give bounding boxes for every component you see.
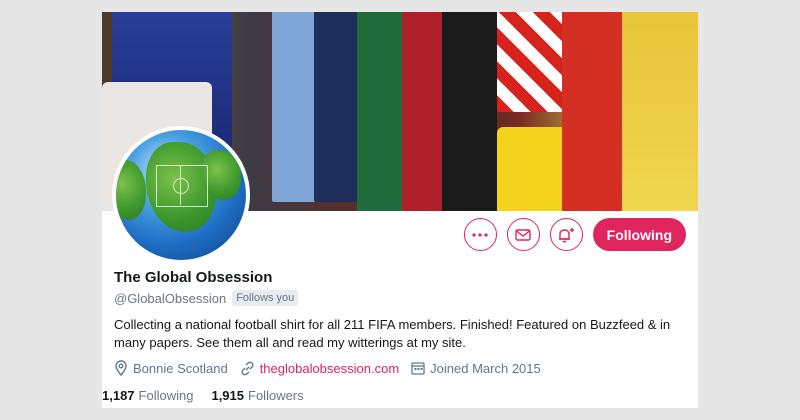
profile-bio: Collecting a national football shirt for… (114, 317, 671, 350)
follows-you-badge: Follows you (232, 290, 299, 306)
globe-icon (116, 130, 246, 260)
joined-text: Joined March 2015 (430, 360, 541, 376)
profile-avatar[interactable] (112, 126, 250, 264)
profile-handle: @GlobalObsession (114, 290, 227, 306)
bell-plus-icon (559, 227, 575, 242)
envelope-icon (515, 228, 531, 241)
profile-meta: Bonnie Scotland theglobalobsession.com J… (114, 360, 553, 376)
more-icon (472, 232, 488, 237)
followers-label: Followers (248, 388, 304, 403)
website-item: theglobalobsession.com (240, 361, 399, 376)
joined-item: Joined March 2015 (411, 361, 541, 376)
location-text: Bonnie Scotland (133, 360, 228, 376)
profile-actions: Following (454, 218, 686, 251)
link-icon (241, 361, 254, 375)
followers-stat[interactable]: 1,915 Followers (211, 388, 303, 403)
website-link[interactable]: theglobalobsession.com (260, 361, 399, 376)
following-label: Following (138, 388, 194, 403)
following-button[interactable]: Following (592, 218, 686, 251)
followers-count: 1,915 (211, 388, 245, 403)
profile-display-name: The Global Obsession (114, 269, 273, 286)
location-pin-icon (115, 360, 127, 376)
profile-stats: 1,187 Following 1,915 Followers (102, 388, 322, 403)
calendar-icon (411, 362, 425, 375)
profile-card: Following The Global Obsession @GlobalOb… (102, 12, 698, 408)
more-button[interactable] (463, 218, 497, 251)
following-count: 1,187 (102, 388, 135, 403)
following-stat[interactable]: 1,187 Following (102, 388, 193, 403)
notifications-button[interactable] (549, 218, 583, 251)
message-button[interactable] (506, 218, 540, 251)
location-item: Bonnie Scotland (114, 360, 228, 376)
profile-handle-row: @GlobalObsession Follows you (114, 290, 299, 306)
